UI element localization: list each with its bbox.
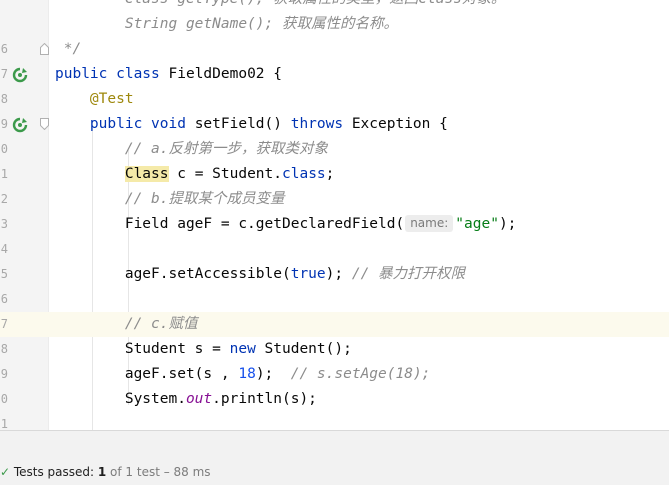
- line-number: [0, 0, 8, 12]
- code-text: Student s = new Student();: [55, 337, 352, 362]
- line-number: 8: [0, 92, 8, 106]
- line-number: 1: [0, 417, 8, 430]
- line-number: 4: [0, 242, 8, 256]
- code-token: 获取属性的名称。: [281, 16, 398, 32]
- code-token: // b.提取某个成员变量: [124, 191, 285, 207]
- code-line[interactable]: 5 ageF.setAccessible(true); // 暴力打开权限: [0, 262, 669, 287]
- code-token: Class getType();: [125, 0, 273, 7]
- code-line[interactable]: 0 System.out.println(s);: [0, 387, 669, 412]
- run-test-icon[interactable]: [12, 117, 28, 133]
- code-token: out: [185, 391, 213, 407]
- code-token: Field ageF = c.getDeclaredField(: [124, 216, 405, 232]
- code-token: setField(): [194, 116, 291, 132]
- line-number: 2: [0, 192, 8, 206]
- line-number: 1: [0, 167, 8, 181]
- fold-icon[interactable]: [40, 118, 49, 130]
- code-token: "age": [455, 216, 499, 232]
- code-text: // a.反射第一步，获取类对象: [55, 137, 328, 162]
- code-line[interactable]: Class getType(); 获取属性的类型，返回Class对象。: [0, 0, 669, 12]
- code-text: // b.提取某个成员变量: [55, 187, 285, 212]
- code-line[interactable]: 9 public void setField() throws Exceptio…: [0, 112, 669, 137]
- test-result[interactable]: ✓ Tests passed: 1 of 1 test – 88 ms: [0, 464, 211, 480]
- code-token: */: [63, 41, 82, 57]
- code-token: );: [255, 366, 291, 382]
- code-token: public class: [55, 66, 169, 82]
- line-number: 6: [0, 42, 8, 56]
- code-token: throws: [290, 116, 352, 132]
- code-token: Student();: [264, 341, 352, 357]
- code-text: */: [55, 37, 81, 62]
- code-token: 18: [238, 366, 256, 382]
- code-text: Class getType(); 获取属性的类型，返回Class对象。: [55, 0, 506, 12]
- code-token: ;: [325, 166, 335, 182]
- line-number: 8: [0, 342, 8, 356]
- code-token: public void: [89, 116, 195, 132]
- line-number: 9: [0, 117, 8, 131]
- code-token: // c.赋值: [124, 316, 198, 332]
- check-icon: ✓: [0, 465, 11, 479]
- code-line[interactable]: 8 Student s = new Student();: [0, 337, 669, 362]
- line-number: 0: [0, 142, 8, 156]
- code-line[interactable]: 4: [0, 237, 669, 262]
- code-line[interactable]: 9 ageF.set(s , 18); // s.setAge(18);: [0, 362, 669, 387]
- code-token: ageF.setAccessible(: [124, 266, 291, 282]
- line-number: 3: [0, 217, 8, 231]
- code-line[interactable]: 7 public class FieldDemo02 {: [0, 62, 669, 87]
- code-token: true: [290, 266, 326, 282]
- code-token: .println(s);: [212, 391, 317, 407]
- code-text: String getName(); 获取属性的名称。: [55, 12, 398, 37]
- test-status-bar: ✓ Tests passed: 1 of 1 test – 88 ms: [0, 430, 669, 485]
- code-token: Student s =: [124, 341, 230, 357]
- code-token: // 暴力打开权限: [351, 266, 466, 282]
- code-line[interactable]: String getName(); 获取属性的名称。: [0, 12, 669, 37]
- line-number: 7: [0, 317, 8, 331]
- code-line[interactable]: 2 // b.提取某个成员变量: [0, 187, 669, 212]
- code-token: Exception {: [351, 116, 448, 132]
- code-line[interactable]: 3 Field ageF = c.getDeclaredField(name: "…: [0, 212, 669, 237]
- code-line[interactable]: 8 @Test: [0, 87, 669, 112]
- code-token: c = Student.: [168, 166, 282, 182]
- line-number: [0, 12, 8, 37]
- code-line[interactable]: 1 Class c = Student.class;: [0, 162, 669, 187]
- code-token: String getName();: [124, 16, 282, 32]
- status-prefix: Tests passed:: [13, 465, 98, 479]
- code-text: ageF.set(s , 18); // s.setAge(18);: [55, 362, 431, 387]
- fold-icon[interactable]: [40, 43, 49, 55]
- code-token: // s.setAge(18);: [290, 366, 431, 382]
- code-text: // c.赋值: [55, 312, 198, 337]
- code-token: );: [498, 216, 517, 232]
- line-number: 0: [0, 392, 8, 406]
- code-token: Class: [124, 166, 169, 182]
- code-text: Field ageF = c.getDeclaredField(name: "ag…: [55, 212, 516, 237]
- code-text: ageF.setAccessible(true); // 暴力打开权限: [55, 262, 465, 287]
- code-token: @Test: [89, 91, 134, 107]
- code-token: FieldDemo02 {: [168, 66, 283, 82]
- code-text: @Test: [55, 87, 134, 112]
- parameter-hint: name:: [405, 215, 454, 232]
- code-text: Class c = Student.class;: [55, 162, 334, 187]
- line-number: 7: [0, 67, 8, 81]
- code-token: class: [282, 166, 326, 182]
- line-number: 9: [0, 367, 8, 381]
- code-line[interactable]: 0 // a.反射第一步，获取类对象: [0, 137, 669, 162]
- code-text: System.out.println(s);: [55, 387, 317, 412]
- code-token: new: [229, 341, 265, 357]
- status-detail: of 1 test – 88 ms: [106, 465, 211, 479]
- code-line[interactable]: 6: [0, 287, 669, 312]
- run-test-icon[interactable]: [12, 67, 28, 83]
- code-token: ageF.set(s ,: [124, 366, 239, 382]
- code-line[interactable]: 7 // c.赋值: [0, 312, 669, 337]
- line-number: 6: [0, 292, 8, 306]
- code-token: // a.反射第一步，获取类对象: [124, 141, 328, 157]
- code-token: );: [325, 266, 352, 282]
- status-passed-count: 1: [97, 465, 107, 479]
- code-line[interactable]: 1: [0, 412, 669, 430]
- code-token: 获取属性的类型，返回Class对象。: [273, 0, 505, 7]
- code-editor[interactable]: Class getType(); 获取属性的类型，返回Class对象。 Stri…: [0, 0, 669, 430]
- code-text: public class FieldDemo02 {: [55, 62, 282, 87]
- line-number: 5: [0, 267, 8, 281]
- code-line[interactable]: 6 */: [0, 37, 669, 62]
- code-token: System.: [124, 391, 186, 407]
- code-text: public void setField() throws Exception …: [55, 112, 448, 137]
